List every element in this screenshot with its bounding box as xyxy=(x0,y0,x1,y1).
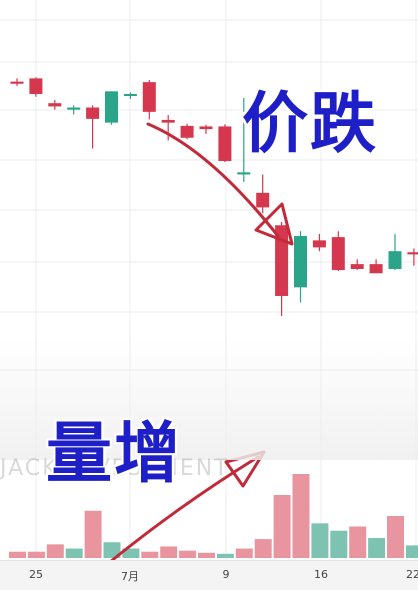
volume-bar xyxy=(179,550,197,558)
candle-body xyxy=(294,236,307,288)
candle-body xyxy=(199,126,213,130)
candle-body xyxy=(142,82,156,112)
x-tick-label: 7月 xyxy=(121,570,139,583)
x-tick-label: 16 xyxy=(314,568,328,581)
x-tick-label: 22 xyxy=(406,568,418,581)
candle-body xyxy=(331,237,345,271)
volume-bar xyxy=(46,544,64,558)
volume-bar xyxy=(65,548,83,558)
volume-up-label: 量增 xyxy=(46,415,182,492)
candle-body xyxy=(237,172,251,175)
volume-bar xyxy=(235,548,253,558)
price-drop-label: 价跌 xyxy=(242,85,378,162)
volume-bar xyxy=(9,551,26,558)
candle-body xyxy=(388,251,402,269)
candle-body xyxy=(218,126,232,161)
volume-bar xyxy=(273,495,291,558)
candle-body xyxy=(10,81,24,84)
volume-bar xyxy=(292,474,310,558)
volume-bar xyxy=(368,538,386,558)
candle-body xyxy=(407,252,418,255)
candle-body xyxy=(48,103,62,107)
candle-body xyxy=(123,94,137,97)
candle-body xyxy=(312,240,326,248)
candle-body xyxy=(67,107,81,110)
candle-body xyxy=(350,264,364,269)
volume-bar xyxy=(254,539,272,558)
volume-bar xyxy=(330,530,348,558)
candle-body xyxy=(86,107,100,119)
annotation-arrows xyxy=(108,122,294,564)
x-tick-label: 25 xyxy=(29,568,43,581)
volume-bar xyxy=(160,546,178,558)
x-tick-label: 9 xyxy=(222,568,230,581)
volume-bar xyxy=(27,551,45,558)
volume-bar xyxy=(387,516,404,558)
candle-body xyxy=(256,192,270,208)
volume-bar xyxy=(198,552,215,558)
volume-bar xyxy=(405,545,418,558)
candle-body xyxy=(180,125,194,138)
volume-bar xyxy=(311,523,329,558)
candle-body xyxy=(369,264,383,274)
x-axis xyxy=(0,560,418,590)
volume-bar xyxy=(84,510,102,558)
volume-bar xyxy=(349,526,367,558)
chart-screenshot: JACK INVESTMENT 价跌 量增 25 7月 9 16 22 xyxy=(0,0,418,590)
volume-bar xyxy=(216,553,234,558)
candle-body xyxy=(161,119,175,123)
volume-bar xyxy=(141,551,159,558)
candle-body xyxy=(29,78,43,95)
candle-body xyxy=(105,91,118,123)
